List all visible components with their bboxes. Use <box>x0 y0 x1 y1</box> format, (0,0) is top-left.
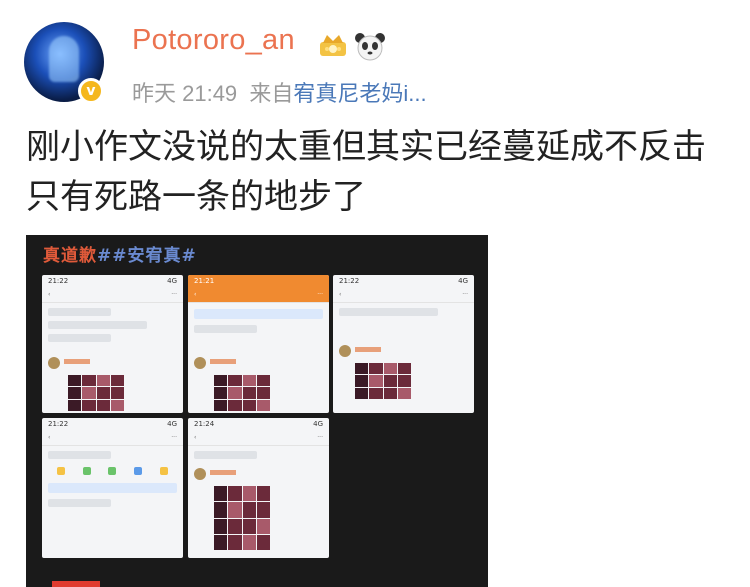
post-meta: 昨天 21:49 来自宥真尼老妈i... <box>132 76 427 108</box>
post-text-line-2: 只有死路一条的地步了 <box>26 177 366 217</box>
source-prefix: 来自 <box>249 81 294 106</box>
image-hashtag: 真道歉##安宥真# <box>43 241 197 266</box>
shot-time: 21:22 <box>48 420 69 428</box>
screenshot-thumb-4: 21:22 4G ‹ ··· <box>42 418 183 558</box>
screenshot-thumb-3: 21:22 4G ‹ ··· <box>333 275 474 413</box>
panda-icon[interactable] <box>354 31 386 61</box>
post-time: 昨天 21:49 <box>132 81 238 106</box>
post-text: 刚小作文没说的太重但其实已经蔓延成不反击 只有死路一条的地步了 <box>26 122 726 222</box>
shot-signal: 4G <box>167 420 177 428</box>
username[interactable]: Potororo_an <box>132 24 295 57</box>
shot-signal: 4G <box>313 420 323 428</box>
screenshot-thumb-1: 21:22 4G ‹ ··· <box>42 275 183 413</box>
screenshot-thumb-5: 21:24 4G ‹ ··· <box>188 418 329 558</box>
screenshot-thumb-2: 21:21 ‹ ··· <box>188 275 329 413</box>
post-text-line-1: 刚小作文没说的太重但其实已经蔓延成不反击 <box>26 127 706 167</box>
crown-badge-icon[interactable] <box>317 33 349 59</box>
verified-badge-icon: v <box>78 78 104 104</box>
image-tag-text: 真道歉 <box>43 246 97 266</box>
post-image[interactable]: 真道歉##安宥真# 21:22 4G ‹ ··· 21:21 ‹ ··· 21:22 4… <box>26 235 488 587</box>
shot-time: 21:24 <box>194 420 215 428</box>
shot-time: 21:22 <box>48 277 69 285</box>
image-bottom-bar <box>52 581 100 587</box>
shot-time: 21:21 <box>194 277 215 285</box>
shot-signal: 4G <box>167 277 177 285</box>
shot-signal: 4G <box>458 277 468 285</box>
shot-time: 21:22 <box>339 277 360 285</box>
post-source-link[interactable]: 宥真尼老妈i... <box>293 81 426 106</box>
image-hashtag-text: ##安宥真# <box>97 246 197 266</box>
avatar-figure <box>49 36 79 82</box>
